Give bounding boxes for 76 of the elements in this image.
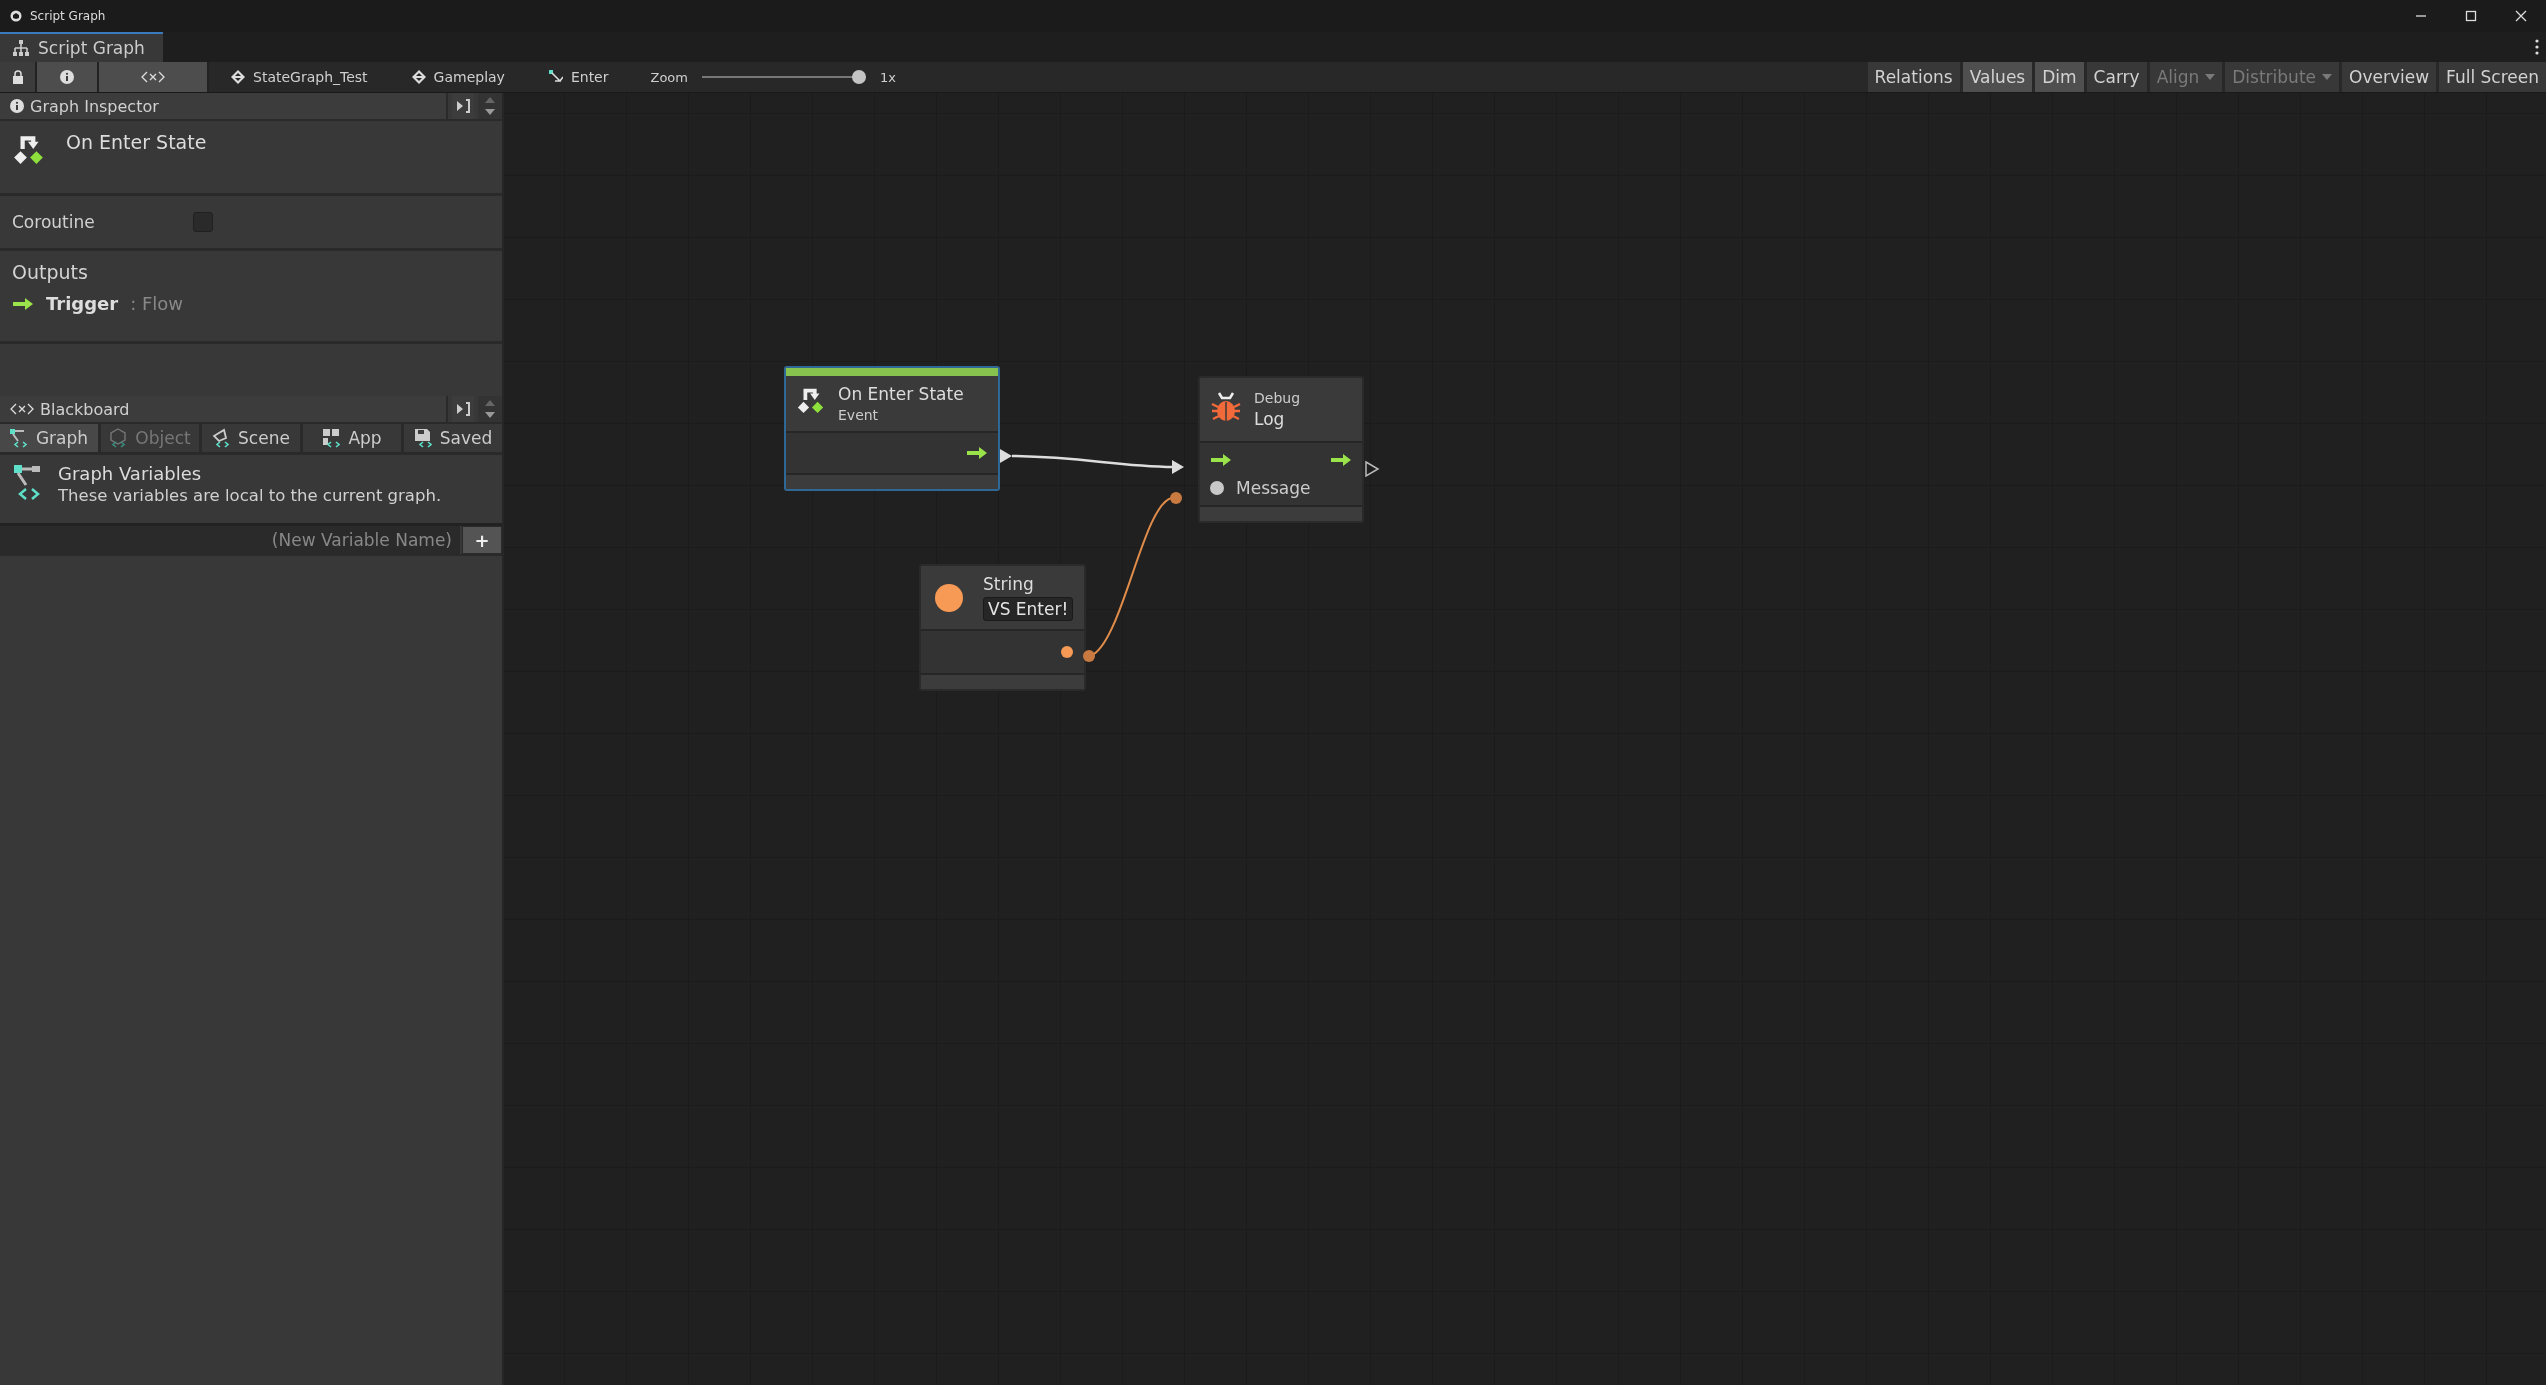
- info-icon: [60, 70, 74, 84]
- event-node[interactable]: On Enter State Event: [784, 366, 1000, 491]
- checkbox[interactable]: [193, 212, 213, 232]
- scroll-arrows-icon: [484, 399, 496, 419]
- blackboard-tab[interactable]: App: [303, 424, 401, 452]
- node-title: On Enter State: [66, 131, 207, 155]
- node-category: Debug: [1254, 390, 1301, 406]
- toggle-button[interactable]: Dim: [2035, 62, 2084, 92]
- toolbar-button[interactable]: Overview: [2342, 62, 2437, 92]
- zoom-label: Zoom: [650, 69, 688, 85]
- variables-icon: [10, 402, 34, 416]
- transition-icon: [548, 70, 563, 84]
- string-node[interactable]: String VS Enter!: [919, 564, 1086, 691]
- lock-icon: [11, 70, 24, 84]
- dock-button[interactable]: [452, 93, 474, 119]
- panel-title: Blackboard: [40, 399, 130, 419]
- node-title: Log: [1254, 409, 1286, 429]
- dropdown-caret-icon: [2322, 74, 2333, 80]
- node-title: On Enter State: [838, 384, 964, 404]
- toggle-button[interactable]: Values: [1962, 62, 2033, 92]
- panel-title: Graph Inspector: [30, 96, 159, 116]
- window-title: Script Graph: [30, 9, 107, 23]
- flow-port-icon[interactable]: [1365, 460, 1380, 478]
- state-graph-icon: [411, 70, 426, 84]
- flow-output-icon: [1330, 453, 1352, 467]
- saved-variables-icon: [413, 428, 432, 448]
- value-output-icon: [1060, 645, 1074, 659]
- lock-button[interactable]: [0, 62, 37, 92]
- variables-icon: [141, 70, 165, 84]
- app-variables-icon: [322, 428, 341, 448]
- object-variables-icon: [109, 428, 128, 448]
- string-value-field[interactable]: VS Enter!: [983, 597, 1074, 621]
- log-node[interactable]: Debug Log Message: [1198, 376, 1364, 523]
- scroll-arrows-icon: [484, 96, 496, 116]
- blackboard-tab[interactable]: Saved: [404, 424, 502, 452]
- close-icon[interactable]: [2514, 9, 2528, 23]
- zoom-value: 1x: [879, 69, 896, 85]
- editor-tab[interactable]: Script Graph: [0, 32, 163, 62]
- section-heading: Outputs: [12, 261, 89, 283]
- state-graph-icon: [231, 70, 245, 84]
- breadcrumb[interactable]: Gameplay: [389, 62, 527, 92]
- port-name: Trigger: [46, 293, 119, 314]
- collapse-right-icon: [456, 402, 470, 416]
- blackboard-tab[interactable]: Scene: [202, 424, 300, 452]
- section-description: These variables are local to the current graph.: [58, 486, 442, 505]
- dock-button[interactable]: [452, 396, 474, 422]
- breadcrumb[interactable]: StateGraph_Test: [209, 62, 390, 92]
- port-label: Message: [1236, 478, 1311, 498]
- toggle-button[interactable]: Carry: [2086, 62, 2147, 92]
- more-options-icon[interactable]: [2534, 38, 2540, 56]
- port-dot-icon: [1210, 481, 1224, 495]
- slider-thumb[interactable]: [851, 70, 866, 84]
- flow-input-icon: [1210, 453, 1232, 467]
- string-type-icon: [935, 583, 963, 612]
- scene-variables-icon: [212, 428, 231, 448]
- add-variable-button[interactable]: +: [462, 526, 502, 554]
- node-title: String: [983, 574, 1035, 594]
- graph-variables-icon: [9, 428, 28, 448]
- node-subtitle: Event: [838, 407, 880, 423]
- toolbar-button[interactable]: Full Screen: [2439, 62, 2546, 92]
- dropdown-caret-icon: [2205, 74, 2216, 80]
- bug-icon: [1210, 390, 1242, 424]
- toggle-button[interactable]: Relations: [1867, 62, 1960, 92]
- port-type: : Flow: [130, 293, 184, 314]
- info-button[interactable]: [37, 62, 99, 92]
- flow-arrow-icon: [12, 296, 34, 311]
- collapse-right-icon: [456, 99, 470, 113]
- blackboard-tab[interactable]: Graph: [0, 424, 98, 452]
- maximize-icon[interactable]: [2464, 9, 2478, 23]
- info-icon: [10, 99, 24, 113]
- section-heading: Graph Variables: [58, 463, 203, 484]
- hierarchy-icon: [12, 40, 30, 56]
- variable-name-field[interactable]: (New Variable Name): [0, 526, 460, 554]
- field-label: Coroutine: [12, 212, 96, 232]
- flow-output-icon: [966, 446, 988, 460]
- breadcrumb[interactable]: Enter: [526, 62, 631, 92]
